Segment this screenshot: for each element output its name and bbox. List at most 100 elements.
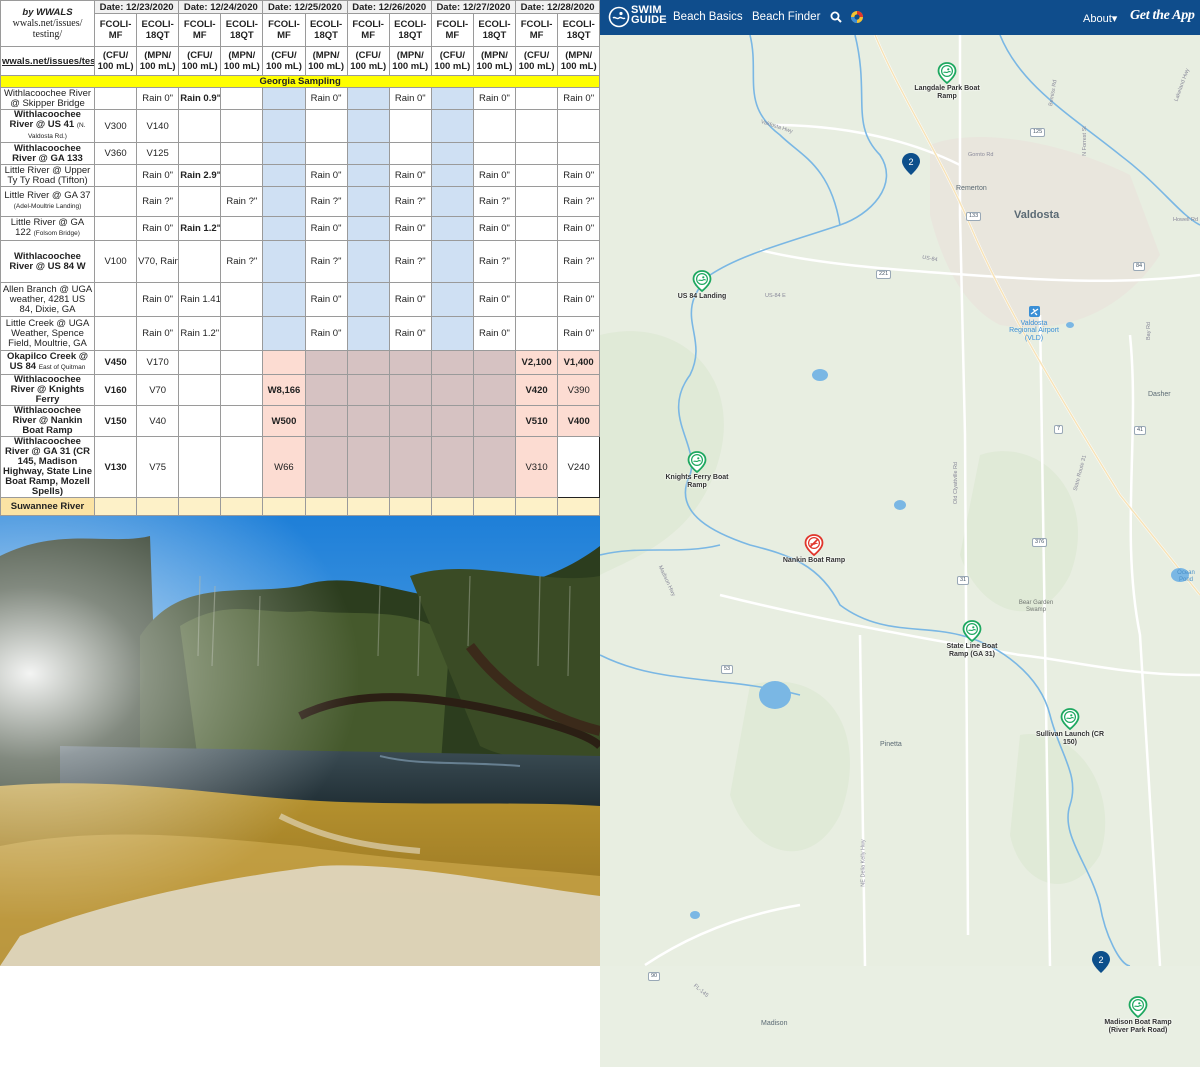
value-cell (220, 405, 264, 437)
value-cell (220, 282, 264, 317)
testing-link[interactable]: wwals.net/issues/testing/ (0, 46, 95, 76)
unit-header: (MPN/ 100 mL) (220, 46, 264, 76)
cluster-count: 2 (908, 157, 913, 167)
value-cell: Rain 0" (557, 316, 600, 351)
nav-beach-basics[interactable]: Beach Basics (673, 11, 743, 23)
site-name-cell: Withlacoochee River @ US 84 W (0, 240, 95, 283)
get-the-app-link[interactable]: Get the App (1130, 8, 1195, 24)
language-globe-icon[interactable] (850, 10, 864, 24)
value-cell (515, 142, 559, 165)
value-cell (346, 186, 390, 217)
value-cell: Rain 0" (557, 87, 600, 110)
site-name-cell: Little Creek @ UGA Weather, Spence Field… (0, 316, 95, 351)
unit-header: (CFU/ 100 mL) (346, 46, 390, 76)
value-cell (178, 109, 222, 143)
site-name: Withlacoochee River @ Skipper Bridge (3, 87, 92, 109)
unit-header: (CFU/ 100 mL) (178, 46, 222, 76)
beach-pin-unsafe[interactable] (804, 534, 824, 556)
value-cell: Rain ?" (557, 240, 600, 283)
river-photo (0, 516, 600, 966)
table-row: Withlacoochee River @ GA 133 V360 V125 (0, 142, 600, 165)
route-shield: 125 (1030, 128, 1046, 137)
city-label: Pinetta (880, 741, 902, 748)
value-cell (178, 240, 222, 283)
swim-guide-logo-text[interactable]: SWIM GUIDE (631, 5, 667, 26)
unit-header: (CFU/ 100 mL) (262, 46, 306, 76)
nav-about-dropdown[interactable]: About▾ (1083, 12, 1117, 25)
value-cell (304, 350, 348, 375)
swim-guide-logo-icon[interactable] (608, 6, 632, 28)
cluster-pin[interactable]: 2 (901, 152, 921, 176)
site-name-cell: Little River @ Upper Ty Ty Road (Tifton) (0, 164, 95, 187)
value-cell (220, 374, 264, 406)
route-shield: 7 (1054, 425, 1064, 434)
value-cell (304, 405, 348, 437)
city-label: Remerton (956, 185, 987, 192)
table-row: Little River @ GA 122 (Folsom Bridge) Rai… (0, 216, 600, 241)
unit-header: (MPN/ 100 mL) (388, 46, 432, 76)
value-cell (388, 109, 432, 143)
value-cell (178, 374, 222, 406)
beach-label[interactable]: Sullivan Launch (CR 150) (1035, 731, 1105, 746)
nav-beach-finder[interactable]: Beach Finder (752, 11, 820, 23)
value-cell (304, 142, 348, 165)
value-cell (388, 142, 432, 165)
caret-down-icon: ▾ (1111, 13, 1118, 25)
beach-pin-safe[interactable] (1128, 996, 1148, 1018)
city-label: Dasher (1148, 391, 1171, 398)
cluster-pin[interactable]: 2 (1091, 950, 1111, 974)
map-canvas[interactable] (600, 35, 1200, 966)
beach-label[interactable]: Madison Boat Ramp (River Park Road) (1103, 1019, 1173, 1034)
value-cell (93, 87, 138, 110)
value-cell (220, 216, 264, 241)
value-cell (304, 374, 348, 406)
beach-pin-safe[interactable] (962, 620, 982, 642)
value-cell: V40 (136, 405, 180, 437)
value-cell (515, 316, 559, 351)
beach-pin-safe[interactable] (687, 451, 707, 473)
city-label: Valdosta (1014, 209, 1060, 221)
search-icon[interactable] (830, 11, 842, 23)
value-cell: Rain 0" (557, 282, 600, 317)
road-label: US-84 E (765, 293, 786, 299)
value-cell (430, 405, 474, 437)
sampling-table: by WWALS wwals.net/issues/ testing/ Date… (0, 0, 600, 516)
value-cell (472, 436, 517, 498)
table-row: Okapilco Creek @ US 84 East of Quitman V4… (0, 350, 600, 375)
section-georgia: Georgia Sampling (0, 75, 600, 88)
table-row: Withlacoochee River @ Knights Ferry V160 V… (0, 374, 600, 406)
date-cell: Date: 12/28/2020 (515, 0, 600, 14)
value-cell (346, 316, 390, 351)
beach-label[interactable]: State Line Boat Ramp (GA 31) (937, 643, 1007, 658)
value-cell (388, 405, 432, 437)
value-cell: V390 (557, 374, 600, 406)
value-cell: Rain 0" (136, 164, 180, 187)
route-shield: 376 (1032, 538, 1048, 547)
value-cell (346, 405, 390, 437)
road-label: Gornto Rd (968, 152, 994, 158)
unit-header: (CFU/ 100 mL) (430, 46, 474, 76)
road-label: FL-145 (692, 983, 710, 999)
beach-label[interactable]: Langdale Park Boat Ramp (912, 85, 982, 100)
brand-link[interactable]: wwals.net/issues/ testing/ (13, 18, 83, 40)
site-note: East of Quitman (38, 364, 86, 371)
value-cell: Rain 0" (472, 316, 517, 351)
airplane-icon (1028, 306, 1040, 317)
ecoli-header: ECOLI-18QT (136, 13, 180, 47)
beach-label[interactable]: Nankin Boat Ramp (779, 557, 849, 565)
value-cell (346, 109, 390, 143)
beach-label[interactable]: US 84 Landing (667, 293, 737, 301)
value-cell (430, 374, 474, 406)
value-cell: Rain 1.41" (178, 282, 222, 317)
beach-pin-safe[interactable] (937, 62, 957, 84)
date-row: by WWALS wwals.net/issues/ testing/ Date… (0, 0, 600, 47)
value-cell (178, 350, 222, 375)
value-cell (430, 350, 474, 375)
value-cell (430, 109, 474, 143)
beach-label[interactable]: Knights Ferry Boat Ramp (662, 474, 732, 489)
value-cell (430, 216, 474, 241)
beach-pin-safe[interactable] (692, 270, 712, 292)
airport-marker[interactable]: Valdosta Regional Airport (VLD) (1008, 306, 1060, 342)
value-cell: Rain 0" (388, 282, 432, 317)
beach-pin-safe[interactable] (1060, 708, 1080, 730)
